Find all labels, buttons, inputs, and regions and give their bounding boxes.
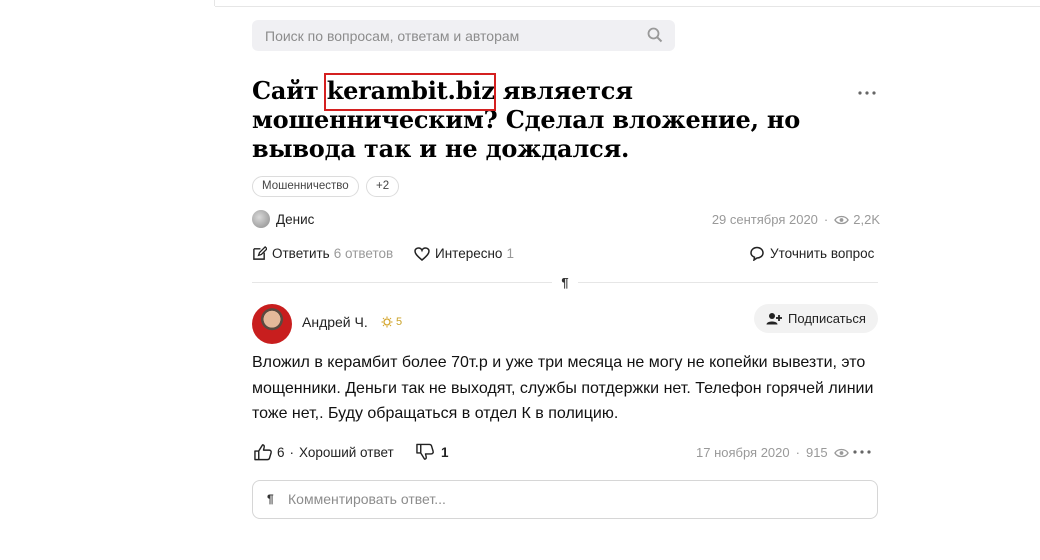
question-date: 29 сентября 2020 [711, 212, 818, 227]
clarify-button[interactable]: Уточнить вопрос [749, 246, 874, 261]
search-input[interactable]: Поиск по вопросам, ответам и авторам [252, 20, 675, 51]
likes-count[interactable]: 6 [277, 445, 285, 460]
dislikes-count[interactable]: 1 [441, 445, 449, 460]
interesting-label[interactable]: Интересно [435, 246, 502, 261]
dot-separator: · [795, 445, 800, 460]
like-button[interactable]: 6 · Хороший ответ [254, 443, 394, 461]
author-name[interactable]: Денис [276, 212, 314, 227]
heart-icon [414, 246, 430, 261]
answer-text: Вложил в керамбит более 70т.р и уже три … [252, 354, 874, 422]
header-divider [215, 6, 1040, 7]
chat-icon [750, 246, 764, 261]
question-author[interactable]: Денис [252, 209, 314, 229]
highlight-box [324, 73, 496, 111]
answer-meta: 17 ноября 2020 · 915 [696, 445, 849, 460]
answer-avatar[interactable] [252, 304, 292, 344]
question-meta: 29 сентября 2020 · 2,2K [712, 212, 880, 227]
rating-value: 5 [396, 316, 403, 328]
views-count: 2,2K [853, 212, 880, 227]
edit-icon [253, 246, 267, 260]
interesting-count[interactable]: 1 [506, 246, 514, 261]
answers-count[interactable]: 6 ответов [334, 246, 393, 261]
comment-input[interactable]: ¶ Комментировать ответ... [252, 480, 878, 519]
thumb-down-icon [416, 443, 434, 460]
rating-badge: 5 [381, 316, 402, 328]
clarify-label[interactable]: Уточнить вопрос [770, 246, 874, 261]
answer-date: 17 ноября 2020 [696, 445, 790, 460]
eye-icon [833, 448, 849, 457]
yandex-q-icon: ¶ [267, 492, 274, 506]
star-icon [381, 316, 393, 328]
dot-separator: · [823, 212, 829, 227]
section-divider-right [578, 282, 878, 283]
search-placeholder: Поиск по вопросам, ответам и авторам [265, 28, 520, 44]
search-icon[interactable] [647, 27, 663, 43]
answer-label[interactable]: Ответить [272, 246, 330, 261]
dot-separator: · [289, 444, 295, 460]
title-prefix: Сайт [252, 76, 327, 105]
section-divider-left [252, 282, 552, 283]
dislike-button[interactable]: 1 [416, 443, 449, 461]
avatar[interactable] [252, 210, 270, 228]
subscribe-label[interactable]: Подписаться [788, 311, 866, 326]
comment-placeholder: Комментировать ответ... [288, 491, 446, 507]
answer-button[interactable]: Ответить 6 ответов [252, 246, 393, 261]
subscribe-button[interactable]: Подписаться [754, 304, 878, 333]
more-icon[interactable] [855, 85, 879, 101]
answer-author-name[interactable]: Андрей Ч. [302, 314, 368, 330]
add-user-icon [766, 313, 783, 325]
interesting-button[interactable]: Интересно 1 [414, 246, 514, 261]
yandex-q-icon: ¶ [561, 275, 569, 290]
tag-more[interactable]: +2 [366, 176, 400, 197]
good-answer-label[interactable]: Хороший ответ [299, 445, 394, 460]
question-views: 2,2K [834, 212, 880, 227]
thumb-up-icon [254, 444, 272, 461]
tag-fraud[interactable]: Мошенничество [252, 176, 359, 197]
more-icon[interactable] [850, 444, 874, 460]
answer-views-count: 915 [805, 445, 828, 460]
eye-icon [834, 215, 850, 224]
